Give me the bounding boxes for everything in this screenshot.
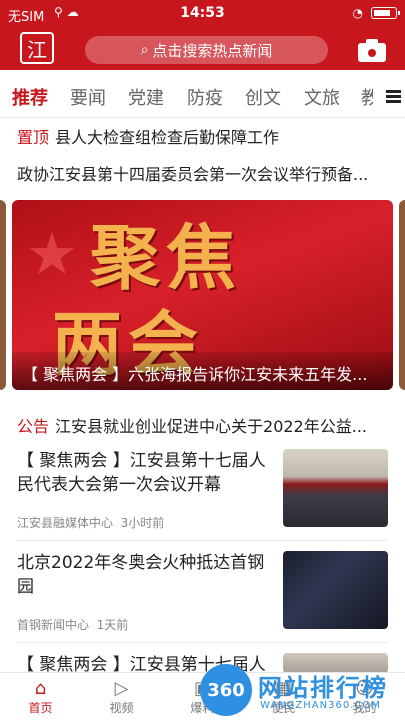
watermark-title: 网站排行榜	[258, 674, 388, 702]
headline-news[interactable]: 政协江安县第十四届委员会第一次会议举行预备...	[17, 161, 368, 185]
pinned-tag: 置顶	[17, 128, 50, 147]
pinned-title: 县人大检查组检查后勤保障工作	[55, 128, 280, 147]
tab-education[interactable]: 教	[361, 84, 373, 110]
watermark: 360 网站排行榜 WANGZHAN360.COM	[200, 660, 405, 720]
nav-label: 视频	[109, 701, 134, 715]
status-time: 14:53	[180, 5, 225, 21]
home-icon: ⌂	[34, 678, 47, 699]
status-bar: 无SIM ⚲☁ 14:53 ◔	[0, 0, 405, 28]
notice-title: 江安县就业创业促进中心关于2022年公益...	[55, 417, 367, 436]
news-title[interactable]: 北京2022年冬奥会火种抵达首钢园	[17, 551, 275, 599]
news-source: 首钢新闻中心	[17, 618, 90, 632]
header: 无SIM ⚲☁ 14:53 ◔ 江 ⌕ 点击搜索热点新闻	[0, 0, 405, 70]
battery-icon	[371, 7, 400, 19]
tab-culture-tourism[interactable]: 文旅	[304, 84, 340, 110]
app-logo[interactable]: 江	[20, 32, 54, 64]
divider	[17, 540, 388, 541]
carousel-prev-card[interactable]	[0, 200, 6, 390]
tab-recommend[interactable]: 推荐	[12, 84, 48, 110]
divider	[17, 642, 388, 643]
news-title[interactable]: 【 聚焦两会 】江安县第十七届人民代表大会第一次会议开幕	[17, 449, 275, 497]
watermark-badge: 360	[200, 664, 252, 716]
news-meta: 首钢新闻中心 1天前	[17, 616, 128, 633]
tab-important-news[interactable]: 要闻	[70, 84, 106, 110]
category-tabs: 推荐 要闻 党建 防疫 创文 文旅 教	[0, 70, 405, 118]
pinned-news[interactable]: 置顶 县人大检查组检查后勤保障工作	[17, 124, 279, 148]
news-time: 1天前	[96, 618, 129, 632]
status-right: ◔	[352, 6, 400, 20]
star-decoration: ★	[26, 220, 78, 288]
search-icon: ⌕	[140, 42, 149, 58]
news-thumbnail[interactable]	[283, 449, 388, 527]
news-source: 江安县融媒体中心	[17, 516, 114, 530]
banner-caption: 【 聚焦两会 】六张海报告诉你江安未来五年发...	[12, 352, 393, 390]
nav-home[interactable]: ⌂ 首页	[0, 673, 81, 720]
news-meta: 江安县融媒体中心 3小时前	[17, 514, 164, 531]
logo-text: 江	[27, 37, 47, 62]
camera-icon[interactable]	[358, 38, 386, 62]
play-icon: ▷	[114, 678, 129, 699]
notice-tag: 公告	[17, 417, 50, 436]
nav-video[interactable]: ▷ 视频	[81, 673, 162, 720]
news-time: 3小时前	[120, 516, 165, 530]
carousel-banner[interactable]: ★ 聚焦 两会 【 聚焦两会 】六张海报告诉你江安未来五年发...	[12, 200, 393, 390]
watermark-subtitle: WANGZHAN360.COM	[260, 700, 381, 711]
carousel-next-card[interactable]	[399, 200, 405, 390]
notice-news[interactable]: 公告 江安县就业创业促进中心关于2022年公益...	[17, 413, 367, 437]
search-bar[interactable]: ⌕ 点击搜索热点新闻	[85, 36, 328, 64]
search-placeholder: 点击搜索热点新闻	[152, 41, 273, 60]
nav-label: 首页	[28, 701, 53, 715]
app-root: 无SIM ⚲☁ 14:53 ◔ 江 ⌕ 点击搜索热点新闻 推荐 要闻 党建 防疫…	[0, 0, 405, 720]
news-thumbnail[interactable]	[283, 551, 388, 629]
wifi-icon: ◔	[352, 6, 363, 20]
menu-icon[interactable]	[386, 90, 401, 103]
tab-civilization[interactable]: 创文	[245, 84, 281, 110]
tab-epidemic[interactable]: 防疫	[187, 84, 223, 110]
tab-party-building[interactable]: 党建	[128, 84, 164, 110]
